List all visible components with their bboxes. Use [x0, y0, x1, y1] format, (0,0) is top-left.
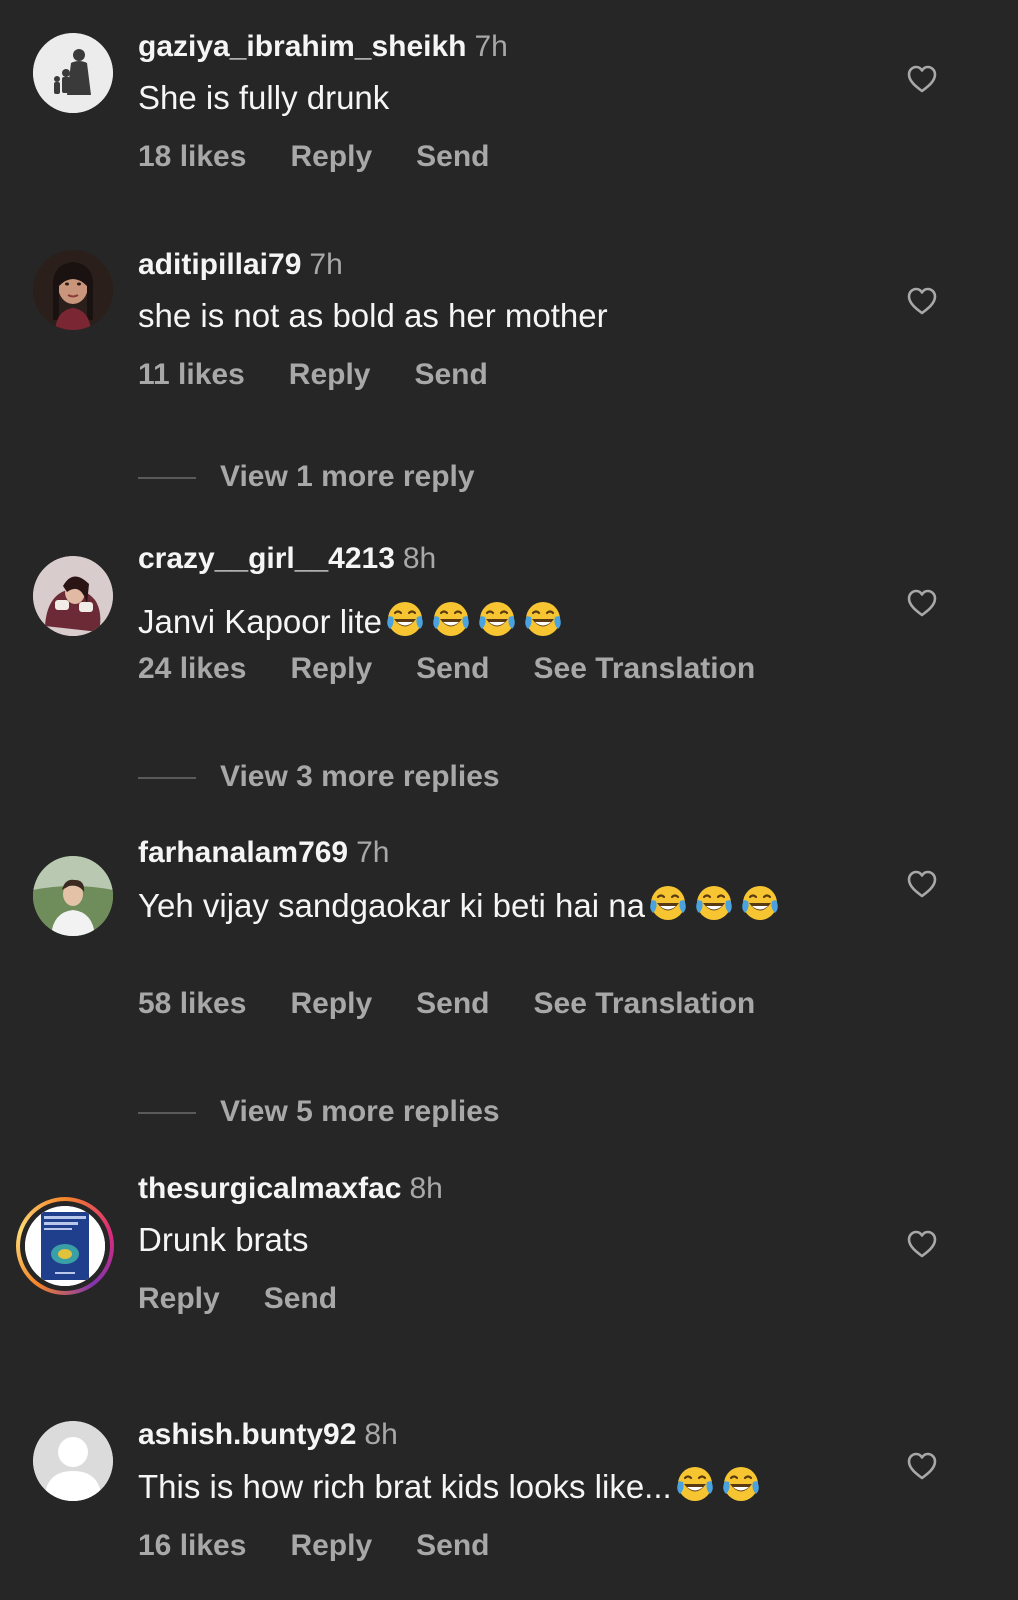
tears-of-joy-emoji-icon [433, 602, 469, 636]
username[interactable]: gaziya_ibrahim_sheikh [138, 30, 466, 63]
comment-body: She is fully drunk [138, 79, 390, 116]
comment-actions: 11 likes Reply Send [138, 357, 532, 393]
comment-body: Janvi Kapoor lite [138, 603, 382, 640]
tears-of-joy-emoji-icon [525, 602, 561, 636]
username[interactable]: crazy__girl__4213 [138, 542, 395, 575]
story-ring[interactable] [16, 1197, 114, 1295]
likes-count[interactable]: 16 likes [138, 1529, 246, 1562]
avatar [25, 1206, 105, 1286]
comment-header: ashish.bunty92 8h [138, 1417, 398, 1453]
comment-body: This is how rich brat kids looks like... [138, 1468, 672, 1505]
see-translation-button[interactable]: See Translation [534, 652, 756, 685]
book-cover-icon [25, 1206, 105, 1286]
send-button[interactable]: Send [264, 1282, 337, 1315]
reply-button[interactable]: Reply [290, 987, 372, 1020]
send-button[interactable]: Send [416, 140, 489, 173]
divider-line [138, 1112, 196, 1115]
tears-of-joy-emoji-icon [696, 886, 732, 920]
comment-header: gaziya_ibrahim_sheikh 7h [138, 29, 508, 65]
send-button[interactable]: Send [416, 987, 489, 1020]
heart-icon[interactable] [906, 286, 938, 316]
tears-of-joy-emoji-icon [479, 602, 515, 636]
avatar[interactable] [33, 33, 113, 113]
likes-count[interactable]: 58 likes [138, 987, 246, 1020]
see-translation-button[interactable]: See Translation [534, 987, 756, 1020]
emoji-group [645, 886, 783, 924]
comment-body: Drunk brats [138, 1221, 309, 1258]
comment-text: she is not as bold as her mother [138, 294, 858, 338]
comment-actions: 24 likes Reply Send See Translation [138, 651, 799, 687]
timestamp: 8h [364, 1418, 398, 1451]
comment-text: This is how rich brat kids looks like... [138, 1463, 858, 1509]
comment-text: She is fully drunk [138, 76, 858, 120]
view-more-replies[interactable]: View 1 more reply [138, 459, 475, 495]
comment-body: Yeh vijay sandgaokar ki beti hai na [138, 887, 645, 924]
divider-line [138, 477, 196, 480]
reply-button[interactable]: Reply [290, 652, 372, 685]
comment-text: Drunk brats [138, 1218, 858, 1262]
tears-of-joy-emoji-icon [650, 886, 686, 920]
comment-body: she is not as bold as her mother [138, 297, 608, 334]
tears-of-joy-emoji-icon [742, 886, 778, 920]
reply-button[interactable]: Reply [289, 358, 371, 391]
view-more-replies[interactable]: View 5 more replies [138, 1094, 500, 1130]
comment-header: aditipillai79 7h [138, 247, 343, 283]
tears-of-joy-emoji-icon [387, 602, 423, 636]
comment-actions: 16 likes Reply Send [138, 1528, 534, 1564]
comment-actions: Reply Send [138, 1281, 381, 1317]
timestamp: 8h [409, 1172, 443, 1205]
heart-icon[interactable] [906, 588, 938, 618]
timestamp: 8h [402, 542, 437, 575]
comment-header: crazy__girl__4213 8h [138, 541, 436, 577]
girl-photo-icon [33, 556, 113, 636]
divider-line [138, 777, 196, 780]
timestamp: 7h [309, 248, 343, 281]
avatar[interactable] [33, 856, 113, 936]
username[interactable]: aditipillai79 [138, 248, 301, 281]
comment-actions: 18 likes Reply Send [138, 139, 534, 175]
likes-count[interactable]: 11 likes [138, 358, 245, 391]
heart-icon[interactable] [906, 1451, 938, 1481]
comment-text: Yeh vijay sandgaokar ki beti hai na [138, 882, 838, 928]
send-button[interactable]: Send [414, 358, 487, 391]
comment-actions: 58 likes Reply Send See Translation [138, 986, 799, 1022]
comment-text: Janvi Kapoor lite [138, 598, 858, 644]
avatar[interactable] [33, 250, 113, 330]
emoji-group [382, 602, 566, 640]
avatar[interactable] [33, 556, 113, 636]
reply-button[interactable]: Reply [138, 1282, 220, 1315]
likes-count[interactable]: 24 likes [138, 652, 246, 685]
reply-button[interactable]: Reply [290, 140, 372, 173]
avatar[interactable] [33, 1421, 113, 1501]
tears-of-joy-emoji-icon [722, 1467, 759, 1501]
view-more-label[interactable]: View 5 more replies [220, 1095, 500, 1128]
comment-header: thesurgicalmaxfac 8h [138, 1171, 443, 1207]
heart-icon[interactable] [906, 1229, 938, 1259]
tears-of-joy-emoji-icon [676, 1467, 713, 1501]
likes-count[interactable]: 18 likes [138, 140, 246, 173]
man-outdoor-icon [33, 856, 113, 936]
username[interactable]: farhanalam769 [138, 836, 348, 869]
reply-button[interactable]: Reply [290, 1529, 372, 1562]
default-user-icon [33, 1421, 113, 1501]
woman-portrait-icon [33, 250, 113, 330]
heart-icon[interactable] [906, 869, 938, 899]
username[interactable]: thesurgicalmaxfac [138, 1172, 401, 1205]
view-more-label[interactable]: View 1 more reply [220, 460, 475, 493]
comment-header: farhanalam769 7h [138, 835, 390, 871]
emoji-group [672, 1467, 764, 1505]
username[interactable]: ashish.bunty92 [138, 1418, 356, 1451]
view-more-label[interactable]: View 3 more replies [220, 760, 500, 793]
silhouette-family-icon [33, 33, 113, 113]
timestamp: 7h [474, 30, 508, 63]
view-more-replies[interactable]: View 3 more replies [138, 759, 500, 795]
send-button[interactable]: Send [416, 652, 489, 685]
send-button[interactable]: Send [416, 1529, 489, 1562]
timestamp: 7h [356, 836, 390, 869]
heart-icon[interactable] [906, 64, 938, 94]
